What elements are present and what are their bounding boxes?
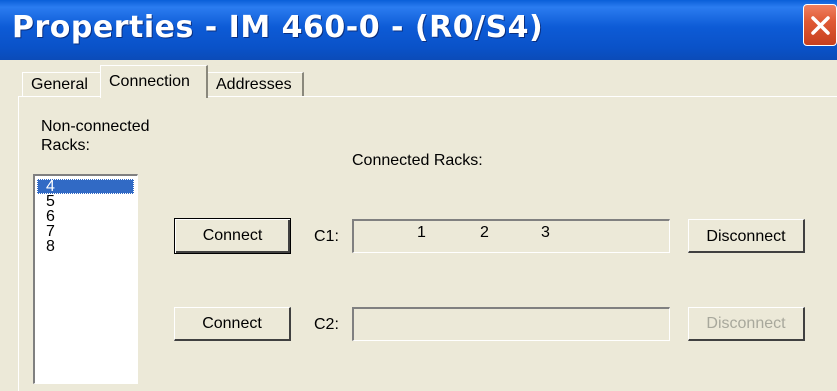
rack-list-item-4[interactable]: 4 [37,179,134,195]
tab-addresses[interactable]: Addresses [208,72,304,96]
close-button[interactable] [803,4,837,46]
non-connected-label-line2: Racks: [41,137,90,154]
c2-label: C2: [314,316,339,333]
tab-general-label: General [31,76,88,93]
disconnect-c2-button-label: Disconnect [706,315,786,332]
connect-c1-button-label: Connect [202,227,263,244]
tab-general[interactable]: General [22,72,100,96]
disconnect-c1-button-label: Disconnect [706,228,786,245]
c2-connected-racks-field[interactable] [352,307,670,341]
window-title: Properties - IM 460-0 - (R0/S4) [12,10,544,45]
connect-c2-button[interactable]: Connect [174,307,291,341]
rack-list-item-6[interactable]: 6 [37,209,134,225]
disconnect-c1-button[interactable]: Disconnect [688,219,805,253]
connected-racks-label: Connected Racks: [352,152,483,169]
non-connected-racks-list[interactable]: 4 5 6 7 8 [33,174,138,384]
tab-connection[interactable]: Connection [100,65,208,98]
rack-list-item-8[interactable]: 8 [37,239,134,255]
tab-addresses-label: Addresses [216,76,292,93]
c1-connected-racks-field[interactable]: 1 2 3 [352,219,670,253]
close-icon [811,16,830,35]
rack-list-item-5[interactable]: 5 [37,194,134,210]
connect-c2-button-label: Connect [202,315,262,332]
c1-rack-1[interactable]: 1 [417,224,426,242]
properties-dialog: Properties - IM 460-0 - (R0/S4) General … [0,0,837,391]
disconnect-c2-button: Disconnect [688,307,805,341]
c1-label: C1: [314,228,339,245]
rack-list-item-7[interactable]: 7 [37,224,134,240]
tab-connection-label: Connection [109,73,190,90]
non-connected-label-line1: Non-connected [41,118,150,135]
c1-rack-3[interactable]: 3 [541,224,550,242]
connect-c1-button[interactable]: Connect [174,218,291,254]
c1-rack-2[interactable]: 2 [480,224,489,242]
title-bar[interactable]: Properties - IM 460-0 - (R0/S4) [0,0,837,60]
